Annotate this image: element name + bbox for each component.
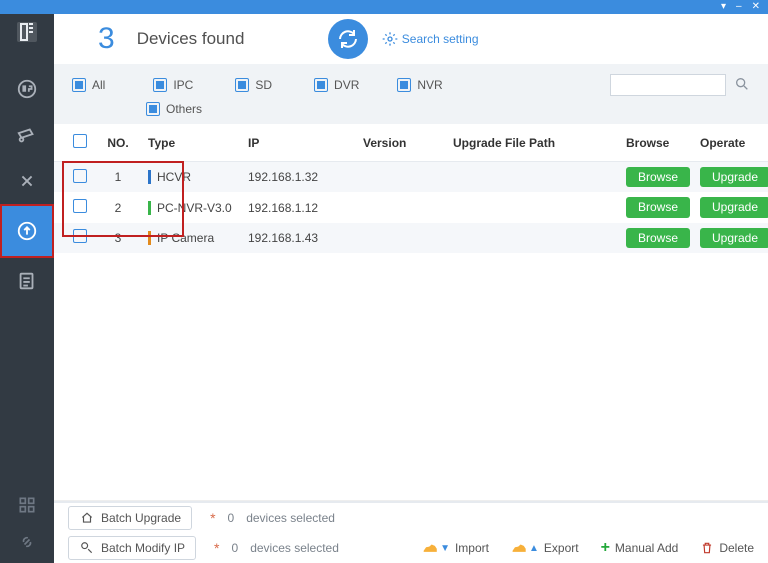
row-path xyxy=(447,192,620,222)
row-type: IP Camera xyxy=(157,231,214,245)
browse-button[interactable]: Browse xyxy=(626,197,690,217)
sidebar xyxy=(0,14,54,563)
row-no: 1 xyxy=(94,162,142,193)
row-version xyxy=(357,162,447,193)
type-bar-icon xyxy=(148,170,151,184)
search-icon[interactable] xyxy=(734,76,750,95)
plus-icon: + xyxy=(601,540,610,556)
search-setting-link[interactable]: Search setting xyxy=(382,31,479,47)
batch-upgrade-button[interactable]: Batch Upgrade xyxy=(68,506,192,530)
import-button[interactable]: ▼ Import xyxy=(422,541,489,555)
nav-tools-icon[interactable] xyxy=(0,158,54,204)
nav-link-icon[interactable] xyxy=(17,532,37,555)
row-no: 2 xyxy=(94,192,142,222)
row-version xyxy=(357,223,447,253)
col-type[interactable]: Type xyxy=(142,124,242,162)
col-version[interactable]: Version xyxy=(357,124,447,162)
cloud-up-icon xyxy=(511,541,527,555)
window-close-icon[interactable]: ✕ xyxy=(752,2,760,12)
filter-dvr[interactable]: DVR xyxy=(314,78,359,92)
house-up-icon xyxy=(79,511,95,525)
upgrade-button[interactable]: Upgrade xyxy=(700,197,768,217)
row-no: 3 xyxy=(94,223,142,253)
window-menu-icon[interactable]: ▾ xyxy=(721,2,726,12)
upgrade-button[interactable]: Upgrade xyxy=(700,167,768,187)
type-bar-icon xyxy=(148,201,151,215)
col-operate[interactable]: Operate xyxy=(694,124,768,162)
row-checkbox[interactable] xyxy=(73,199,87,213)
content: 3 Devices found Search setting All IPC S… xyxy=(54,14,768,563)
filter-others[interactable]: Others xyxy=(146,102,202,116)
delete-button[interactable]: Delete xyxy=(700,541,754,555)
table-row[interactable]: 2 PC-NVR-V3.0 192.168.1.12 Browse Upgrade xyxy=(54,192,768,222)
ip-pencil-icon xyxy=(79,541,95,555)
search-input[interactable] xyxy=(610,74,726,96)
col-browse[interactable]: Browse xyxy=(620,124,694,162)
page-title: Devices found xyxy=(137,29,245,49)
row-ip: 192.168.1.32 xyxy=(242,162,357,193)
row-path xyxy=(447,223,620,253)
selected-text-1: devices selected xyxy=(246,511,335,525)
row-version xyxy=(357,192,447,222)
manual-add-button[interactable]: + Manual Add xyxy=(601,540,679,556)
cloud-down-icon xyxy=(422,541,438,555)
filter-bar: All IPC SD DVR NVR Others xyxy=(54,64,768,124)
refresh-button[interactable] xyxy=(328,19,368,59)
col-ip[interactable]: IP xyxy=(242,124,357,162)
footer: Batch Upgrade * 0 devices selected Batch… xyxy=(54,501,768,563)
selected-count-2: 0 xyxy=(232,541,239,555)
row-ip: 192.168.1.43 xyxy=(242,223,357,253)
browse-button[interactable]: Browse xyxy=(626,167,690,187)
nav-grid-icon[interactable] xyxy=(17,495,37,518)
required-icon: * xyxy=(210,510,215,526)
type-bar-icon xyxy=(148,231,151,245)
nav-template-icon[interactable] xyxy=(0,258,54,304)
row-checkbox[interactable] xyxy=(73,169,87,183)
titlebar: ▾ – ✕ xyxy=(0,0,768,14)
row-type: HCVR xyxy=(157,170,191,184)
selected-count-1: 0 xyxy=(228,511,235,525)
col-no[interactable]: NO. xyxy=(94,124,142,162)
trash-icon xyxy=(700,541,714,555)
batch-modify-ip-button[interactable]: Batch Modify IP xyxy=(68,536,196,560)
nav-ip-icon[interactable] xyxy=(0,66,54,112)
gear-icon xyxy=(382,31,398,47)
table-area: NO. Type IP Version Upgrade File Path Br… xyxy=(54,124,768,501)
upgrade-button[interactable]: Upgrade xyxy=(700,228,768,248)
nav-camera-settings-icon[interactable] xyxy=(0,112,54,158)
required-icon: * xyxy=(214,540,219,556)
device-count: 3 xyxy=(98,22,115,56)
export-button[interactable]: ▲ Export xyxy=(511,541,579,555)
row-type: PC-NVR-V3.0 xyxy=(157,201,232,215)
col-path[interactable]: Upgrade File Path xyxy=(447,124,620,162)
filter-sd[interactable]: SD xyxy=(235,78,272,92)
nav-upgrade-icon[interactable] xyxy=(0,204,54,258)
search-setting-label: Search setting xyxy=(402,32,479,46)
selected-text-2: devices selected xyxy=(250,541,339,555)
filter-all[interactable]: All xyxy=(72,78,105,92)
filter-ipc[interactable]: IPC xyxy=(153,78,193,92)
table-row[interactable]: 3 IP Camera 192.168.1.43 Browse Upgrade xyxy=(54,223,768,253)
row-ip: 192.168.1.12 xyxy=(242,192,357,222)
row-checkbox[interactable] xyxy=(73,229,87,243)
browse-button[interactable]: Browse xyxy=(626,228,690,248)
filter-nvr[interactable]: NVR xyxy=(397,78,442,92)
app-logo-icon xyxy=(15,20,39,44)
window-minimize-icon[interactable]: – xyxy=(736,2,742,12)
header: 3 Devices found Search setting xyxy=(54,14,768,64)
device-table: NO. Type IP Version Upgrade File Path Br… xyxy=(54,124,768,253)
table-row[interactable]: 1 HCVR 192.168.1.32 Browse Upgrade xyxy=(54,162,768,193)
row-path xyxy=(447,162,620,193)
select-all-checkbox[interactable] xyxy=(73,134,87,148)
main: 3 Devices found Search setting All IPC S… xyxy=(0,14,768,563)
